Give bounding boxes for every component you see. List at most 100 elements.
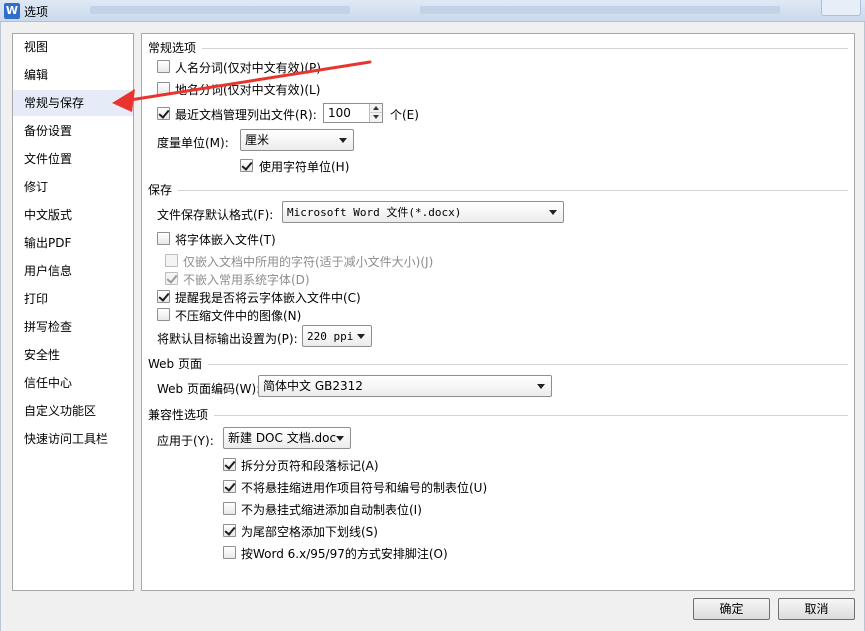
recent-docs-count-stepper[interactable]: 100	[323, 103, 383, 123]
chevron-down-icon	[549, 210, 557, 215]
char-unit-checkbox[interactable]	[240, 159, 253, 172]
recent-docs-checkbox[interactable]	[157, 107, 170, 120]
measure-unit-select[interactable]: 厘米	[240, 129, 354, 151]
sidebar-item-revision[interactable]: 修订	[13, 174, 133, 200]
sidebar-item-label: 中文版式	[24, 208, 73, 222]
no-compress-images-label: 不压缩文件中的图像(N)	[175, 309, 302, 323]
compat-option-checkbox[interactable]	[223, 480, 236, 493]
chevron-down-icon	[537, 384, 545, 389]
default-format-label: 文件保存默认格式(F):	[157, 208, 274, 222]
compat-option-checkbox[interactable]	[223, 546, 236, 559]
general-save-panel: 常规选项 人名分词(仅对中文有效)(P) 地名分词(仅对中文有效)(L) 最近文…	[141, 33, 855, 591]
embed-fonts-label: 将字体嵌入文件(T)	[175, 233, 276, 247]
apply-to-label: 应用于(Y):	[157, 434, 214, 448]
sidebar-item-file-location[interactable]: 文件位置	[13, 146, 133, 172]
embed-fonts-checkbox[interactable]	[157, 232, 170, 245]
section-title: Web 页面	[148, 356, 202, 371]
background-toolbar	[90, 6, 350, 14]
section-title: 常规选项	[148, 40, 197, 55]
web-encoding-select[interactable]: 简体中文 GB2312	[258, 375, 552, 397]
wps-writer-icon: W	[4, 3, 20, 19]
sidebar-item-print[interactable]: 打印	[13, 286, 133, 312]
compat-option-label: 拆分分页符和段落标记(A)	[241, 459, 379, 473]
sidebar-item-trust-center[interactable]: 信任中心	[13, 370, 133, 396]
compat-option-checkbox[interactable]	[223, 458, 236, 471]
sidebar-item-backup[interactable]: 备份设置	[13, 118, 133, 144]
place-segmentation-label: 地名分词(仅对中文有效)(L)	[175, 83, 321, 97]
recent-docs-count-value: 100	[328, 106, 351, 120]
sidebar-item-label: 自定义功能区	[24, 404, 97, 418]
sidebar-item-quick-access-toolbar[interactable]: 快速访问工具栏	[13, 426, 133, 452]
no-embed-system-checkbox[interactable]	[165, 272, 178, 285]
no-compress-images-checkbox[interactable]	[157, 308, 170, 321]
recent-docs-label: 最近文档管理列出文件(R):	[175, 108, 317, 122]
sidebar-item-user-info[interactable]: 用户信息	[13, 258, 133, 284]
cancel-button[interactable]: 取消	[778, 598, 855, 620]
section-web: Web 页面	[148, 356, 848, 371]
measure-unit-value: 厘米	[245, 133, 270, 147]
section-title: 保存	[148, 182, 173, 197]
apply-to-select[interactable]: 新建 DOC 文档.doc	[223, 427, 351, 449]
no-embed-system-label: 不嵌入常用系统字体(D)	[183, 273, 310, 287]
window-title: 选项	[24, 5, 49, 19]
section-divider	[207, 363, 848, 365]
section-general: 常规选项	[148, 40, 848, 55]
section-divider	[214, 414, 848, 416]
ok-button[interactable]: 确定	[693, 598, 770, 620]
web-encoding-label: Web 页面编码(W):	[157, 382, 261, 396]
sidebar-item-security[interactable]: 安全性	[13, 342, 133, 368]
compat-option-label: 不将悬挂缩进用作项目符号和编号的制表位(U)	[241, 481, 488, 495]
sidebar-item-label: 修订	[24, 180, 49, 194]
sidebar-item-view[interactable]: 视图	[13, 34, 133, 60]
stepper-buttons	[369, 104, 382, 122]
stepper-down-icon[interactable]	[370, 113, 382, 122]
output-resolution-select[interactable]: 220 ppi	[302, 325, 372, 347]
section-save: 保存	[148, 182, 848, 197]
sidebar-item-customize-ribbon[interactable]: 自定义功能区	[13, 398, 133, 424]
apply-to-value: 新建 DOC 文档.doc	[228, 431, 337, 445]
sidebar-item-label: 安全性	[24, 348, 61, 362]
default-format-value: Microsoft Word 文件(*.docx)	[287, 206, 462, 219]
remind-cloud-fonts-label: 提醒我是否将云字体嵌入文件中(C)	[175, 291, 361, 305]
section-divider	[178, 189, 848, 191]
title-bar: W 选项	[0, 0, 865, 22]
sidebar-item-label: 打印	[24, 292, 49, 306]
compat-option-checkbox[interactable]	[223, 502, 236, 515]
sidebar-item-label: 拼写检查	[24, 320, 73, 334]
chevron-down-icon	[339, 138, 347, 143]
sidebar-item-label: 输出PDF	[24, 236, 72, 250]
output-resolution-value: 220 ppi	[307, 330, 354, 343]
sidebar-item-general-save[interactable]: 常规与保存	[13, 90, 133, 116]
stepper-up-icon[interactable]	[370, 104, 382, 113]
name-segmentation-label: 人名分词(仅对中文有效)(P)	[175, 61, 321, 75]
remind-cloud-fonts-checkbox[interactable]	[157, 290, 170, 303]
background-toolbar	[420, 6, 780, 14]
sidebar-item-label: 快速访问工具栏	[24, 432, 109, 446]
options-dialog: 视图 编辑 常规与保存 备份设置 文件位置 修订 中文版式 输出PDF 用户信息…	[0, 22, 865, 631]
name-segmentation-checkbox[interactable]	[157, 60, 170, 73]
chevron-down-icon	[357, 334, 365, 339]
sidebar-item-label: 信任中心	[24, 376, 73, 390]
section-divider	[202, 47, 848, 49]
measure-unit-label: 度量单位(M):	[157, 136, 229, 150]
compat-option-checkbox[interactable]	[223, 524, 236, 537]
sidebar-item-output-pdf[interactable]: 输出PDF	[13, 230, 133, 256]
embed-used-chars-checkbox[interactable]	[165, 254, 178, 267]
compat-option-label: 不为悬挂式缩进添加自动制表位(I)	[241, 503, 422, 517]
default-format-select[interactable]: Microsoft Word 文件(*.docx)	[282, 201, 564, 223]
sidebar-item-label: 用户信息	[24, 264, 73, 278]
options-category-list: 视图 编辑 常规与保存 备份设置 文件位置 修订 中文版式 输出PDF 用户信息…	[12, 33, 134, 591]
close-button[interactable]	[821, 0, 861, 16]
sidebar-item-label: 视图	[24, 40, 49, 54]
web-encoding-value: 简体中文 GB2312	[263, 379, 363, 393]
compat-option-label: 为尾部空格添加下划线(S)	[241, 525, 378, 539]
sidebar-item-label: 文件位置	[24, 152, 73, 166]
sidebar-item-label: 常规与保存	[24, 96, 85, 110]
sidebar-item-chinese-layout[interactable]: 中文版式	[13, 202, 133, 228]
sidebar-item-label: 编辑	[24, 68, 49, 82]
place-segmentation-checkbox[interactable]	[157, 82, 170, 95]
char-unit-label: 使用字符单位(H)	[259, 160, 350, 174]
sidebar-item-edit[interactable]: 编辑	[13, 62, 133, 88]
section-compat: 兼容性选项	[148, 407, 848, 422]
sidebar-item-spell-check[interactable]: 拼写检查	[13, 314, 133, 340]
